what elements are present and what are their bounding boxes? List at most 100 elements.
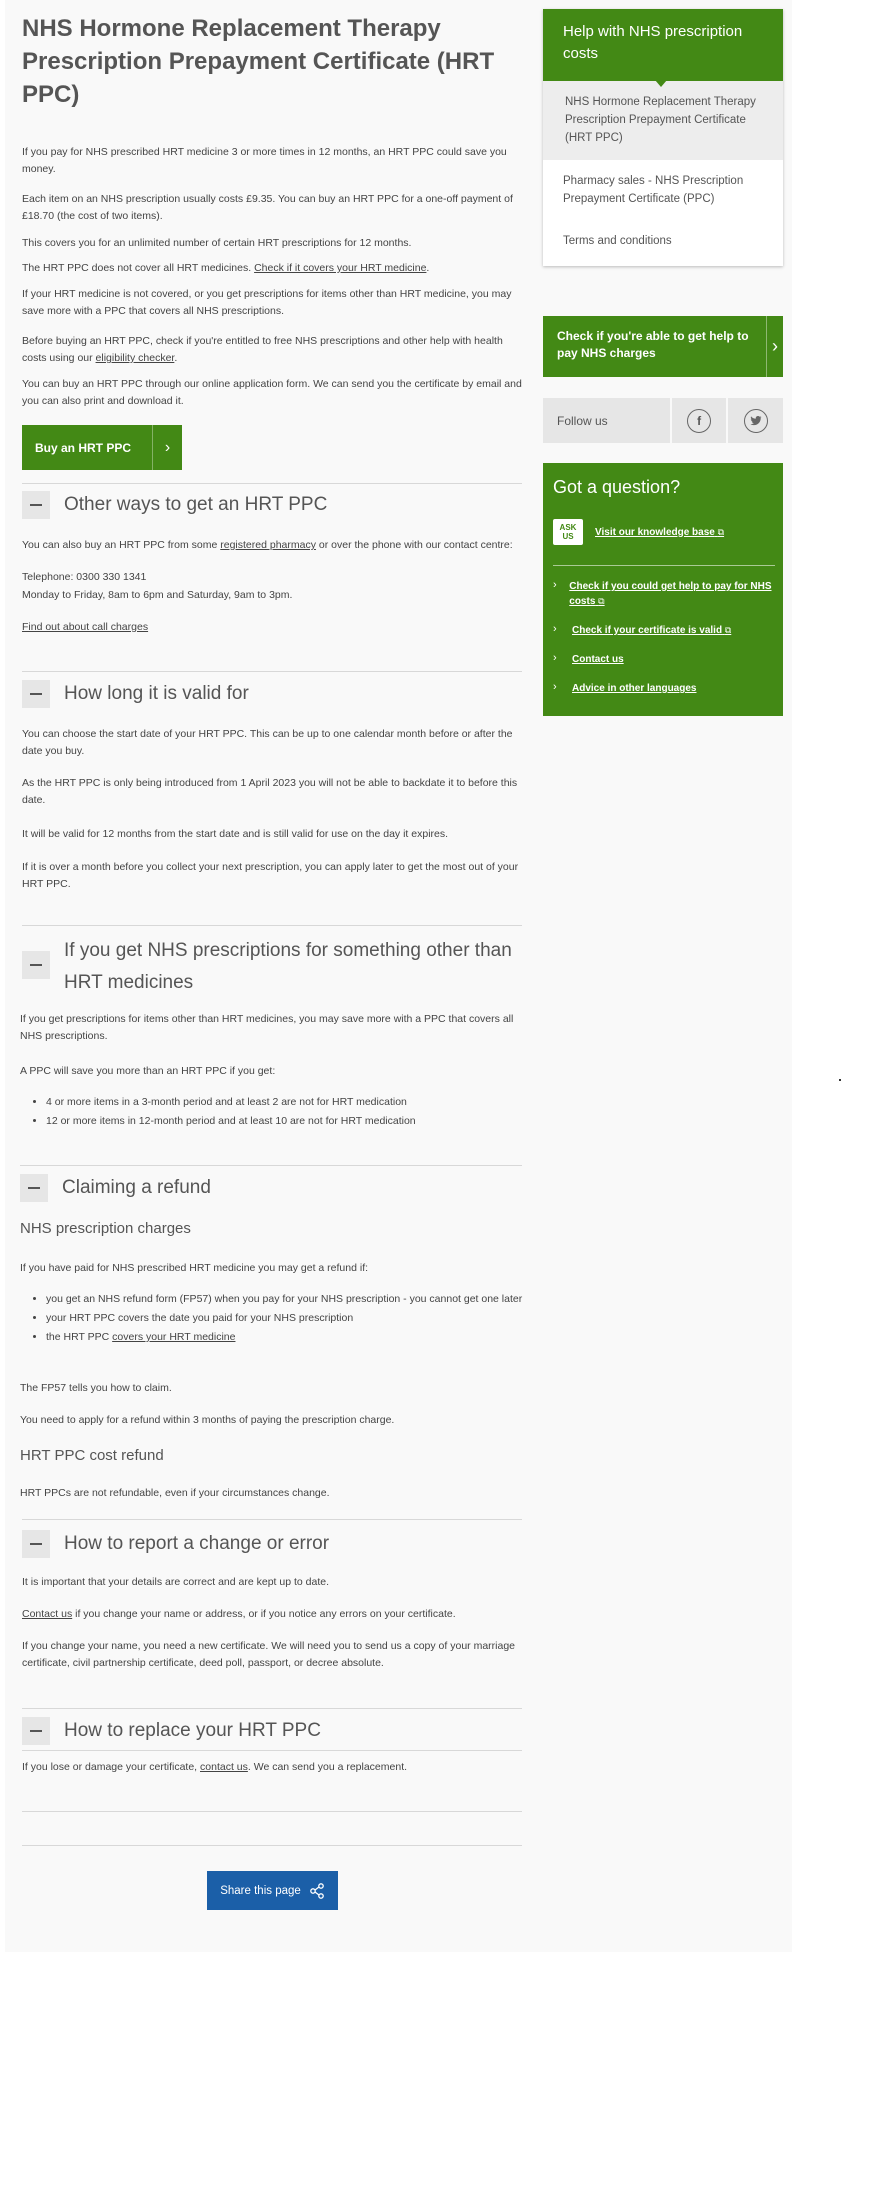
covers-paragraph: The HRT PPC does not cover all HRT medic… [22, 262, 430, 274]
contact-us-link[interactable]: contact us [200, 1761, 248, 1773]
collapse-icon[interactable] [22, 951, 50, 979]
refund-paragraph-1: If you have paid for NHS prescribed HRT … [20, 1262, 369, 1274]
facebook-icon: f [687, 408, 712, 433]
share-icon [309, 1882, 324, 1899]
list-item: 12 or more items in 12-month period and … [46, 1113, 526, 1130]
section-header-report[interactable]: How to report a change or error [22, 1530, 329, 1558]
follow-us-bar: Follow us f [543, 398, 783, 443]
chevron-right-icon: › [164, 438, 171, 456]
share-page-button[interactable]: Share this page [207, 1871, 338, 1910]
share-button-label: Share this page [220, 1884, 301, 1897]
valid-paragraph-2: As the HRT PPC is only being introduced … [22, 777, 518, 806]
help-nav-box: Help with NHS prescription costs NHS Hor… [543, 9, 783, 266]
other-meds-paragraph-1: If you get prescriptions for items other… [20, 1013, 514, 1042]
check-help-button[interactable]: Check if you're able to get help to pay … [543, 316, 783, 377]
list-item: 4 or more items in a 3-month period and … [46, 1094, 526, 1111]
stray-dot [839, 1079, 841, 1081]
section-divider [22, 483, 522, 484]
page-title: NHS Hormone Replacement Therapy Prescrip… [22, 15, 495, 108]
intro-paragraph-3: This covers you for an unlimited number … [22, 237, 412, 249]
section-title: Other ways to get an HRT PPC [64, 494, 328, 515]
section-divider [22, 1519, 522, 1520]
twitter-link[interactable] [726, 398, 783, 443]
subheading-prescription-charges: NHS prescription charges [20, 1220, 191, 1237]
report-paragraph-3: If you change your name, you need a new … [22, 1640, 515, 1669]
footer-divider [22, 1845, 522, 1846]
question-link-row[interactable]: › Check if you could get help to pay for… [553, 579, 775, 609]
buy-button-label: Buy an HRT PPC [35, 440, 132, 455]
list-item: you get an NHS refund form (FP57) when y… [46, 1291, 526, 1308]
intro-paragraph-2: Each item on an NHS prescription usually… [22, 193, 513, 222]
question-link-row[interactable]: › Advice in other languages [553, 681, 775, 696]
report-paragraph-1: It is important that your details are co… [22, 1576, 329, 1588]
valid-paragraph-1: You can choose the start date of your HR… [22, 728, 513, 757]
valid-paragraph-3: It will be valid for 12 months from the … [22, 828, 449, 840]
refund-paragraph-4: HRT PPCs are not refundable, even if you… [20, 1487, 330, 1499]
refund-paragraph-3: You need to apply for a refund within 3 … [20, 1414, 395, 1426]
collapse-icon[interactable] [20, 1174, 48, 1202]
collapse-icon[interactable] [22, 1530, 50, 1558]
chevron-right-icon: › [553, 579, 557, 591]
other-languages-link[interactable]: Advice in other languages [572, 681, 696, 696]
knowledge-base-row[interactable]: ASK US Visit our knowledge base ⧉ [553, 519, 724, 545]
section-title: Claiming a refund [62, 1177, 211, 1198]
opening-hours-text: Monday to Friday, 8am to 6pm and Saturda… [22, 589, 293, 601]
contact-us-sidebar-link[interactable]: Contact us [572, 652, 624, 667]
certificate-valid-link[interactable]: Check if your certificate is valid ⧉ [572, 623, 731, 638]
external-link-icon: ⧉ [724, 625, 732, 635]
report-paragraph-2: Contact us if you change your name or ad… [22, 1608, 456, 1620]
section-header-refund[interactable]: Claiming a refund [20, 1174, 211, 1202]
other-meds-list: 4 or more items in a 3-month period and … [20, 1094, 526, 1132]
call-charges-link[interactable]: Find out about call charges [22, 621, 148, 633]
help-nav-item-pharmacy-sales[interactable]: Pharmacy sales - NHS Prescription Prepay… [543, 160, 783, 220]
section-divider [22, 671, 522, 672]
eligibility-checker-link[interactable]: eligibility checker [96, 352, 175, 364]
buy-hrt-ppc-button[interactable]: Buy an HRT PPC › [22, 425, 182, 470]
knowledge-base-link[interactable]: Visit our knowledge base ⧉ [595, 527, 724, 538]
section-divider [22, 925, 522, 926]
section-header-valid[interactable]: How long it is valid for [22, 680, 249, 708]
help-to-pay-link[interactable]: Check if you could get help to pay for N… [569, 579, 775, 609]
collapse-icon[interactable] [22, 1717, 50, 1745]
section-title: How long it is valid for [64, 683, 249, 704]
registered-pharmacy-link[interactable]: registered pharmacy [220, 539, 316, 551]
list-item: the HRT PPC covers your HRT medicine [46, 1329, 526, 1346]
refund-list: you get an NHS refund form (FP57) when y… [20, 1291, 526, 1348]
section-header-other-ways[interactable]: Other ways to get an HRT PPC [22, 491, 327, 519]
question-divider [553, 565, 775, 566]
refund-paragraph-2: The FP57 tells you how to claim. [20, 1382, 172, 1394]
chevron-right-icon: › [553, 681, 557, 693]
section-divider [22, 1750, 522, 1751]
collapse-icon[interactable] [22, 680, 50, 708]
question-link-row[interactable]: › Check if your certificate is valid ⧉ [553, 623, 775, 638]
section-divider [20, 1165, 522, 1166]
other-meds-paragraph-2: A PPC will save you more than an HRT PPC… [20, 1065, 276, 1077]
help-nav-item-hrt-ppc[interactable]: NHS Hormone Replacement Therapy Prescrip… [543, 80, 783, 160]
external-link-icon: ⧉ [598, 596, 605, 606]
facebook-link[interactable]: f [669, 398, 727, 443]
section-title: If you get NHS prescriptions for somethi… [64, 940, 512, 993]
online-paragraph: You can buy an HRT PPC through our onlin… [22, 378, 522, 407]
chevron-right-icon: › [553, 623, 557, 635]
section-divider [22, 1708, 522, 1709]
covers-hrt-medicine-link[interactable]: covers your HRT medicine [112, 1331, 235, 1343]
not-covered-paragraph: If your HRT medicine is not covered, or … [22, 288, 512, 317]
contact-us-link[interactable]: Contact us [22, 1608, 72, 1620]
telephone-text: Telephone: 0300 330 1341 [22, 571, 147, 583]
section-title: How to report a change or error [64, 1533, 330, 1554]
ask-us-icon: ASK US [553, 519, 583, 545]
other-ways-paragraph: You can also buy an HRT PPC from some re… [22, 539, 513, 551]
section-header-other-medicines[interactable]: If you get NHS prescriptions for somethi… [22, 935, 522, 999]
before-buying-paragraph: Before buying an HRT PPC, check if you'r… [22, 335, 503, 364]
question-link-row[interactable]: › Contact us [553, 652, 775, 667]
list-item: your HRT PPC covers the date you paid fo… [46, 1310, 526, 1327]
chevron-right-icon: › [772, 336, 778, 356]
check-covers-link[interactable]: Check if it covers your HRT medicine [254, 262, 426, 274]
subheading-cost-refund: HRT PPC cost refund [20, 1447, 164, 1464]
footer-divider [22, 1811, 522, 1812]
question-title: Got a question? [553, 477, 681, 497]
collapse-icon[interactable] [22, 491, 50, 519]
valid-paragraph-4: If it is over a month before you collect… [22, 861, 519, 890]
help-nav-item-terms[interactable]: Terms and conditions [543, 220, 783, 266]
section-header-replace[interactable]: How to replace your HRT PPC [22, 1717, 321, 1745]
